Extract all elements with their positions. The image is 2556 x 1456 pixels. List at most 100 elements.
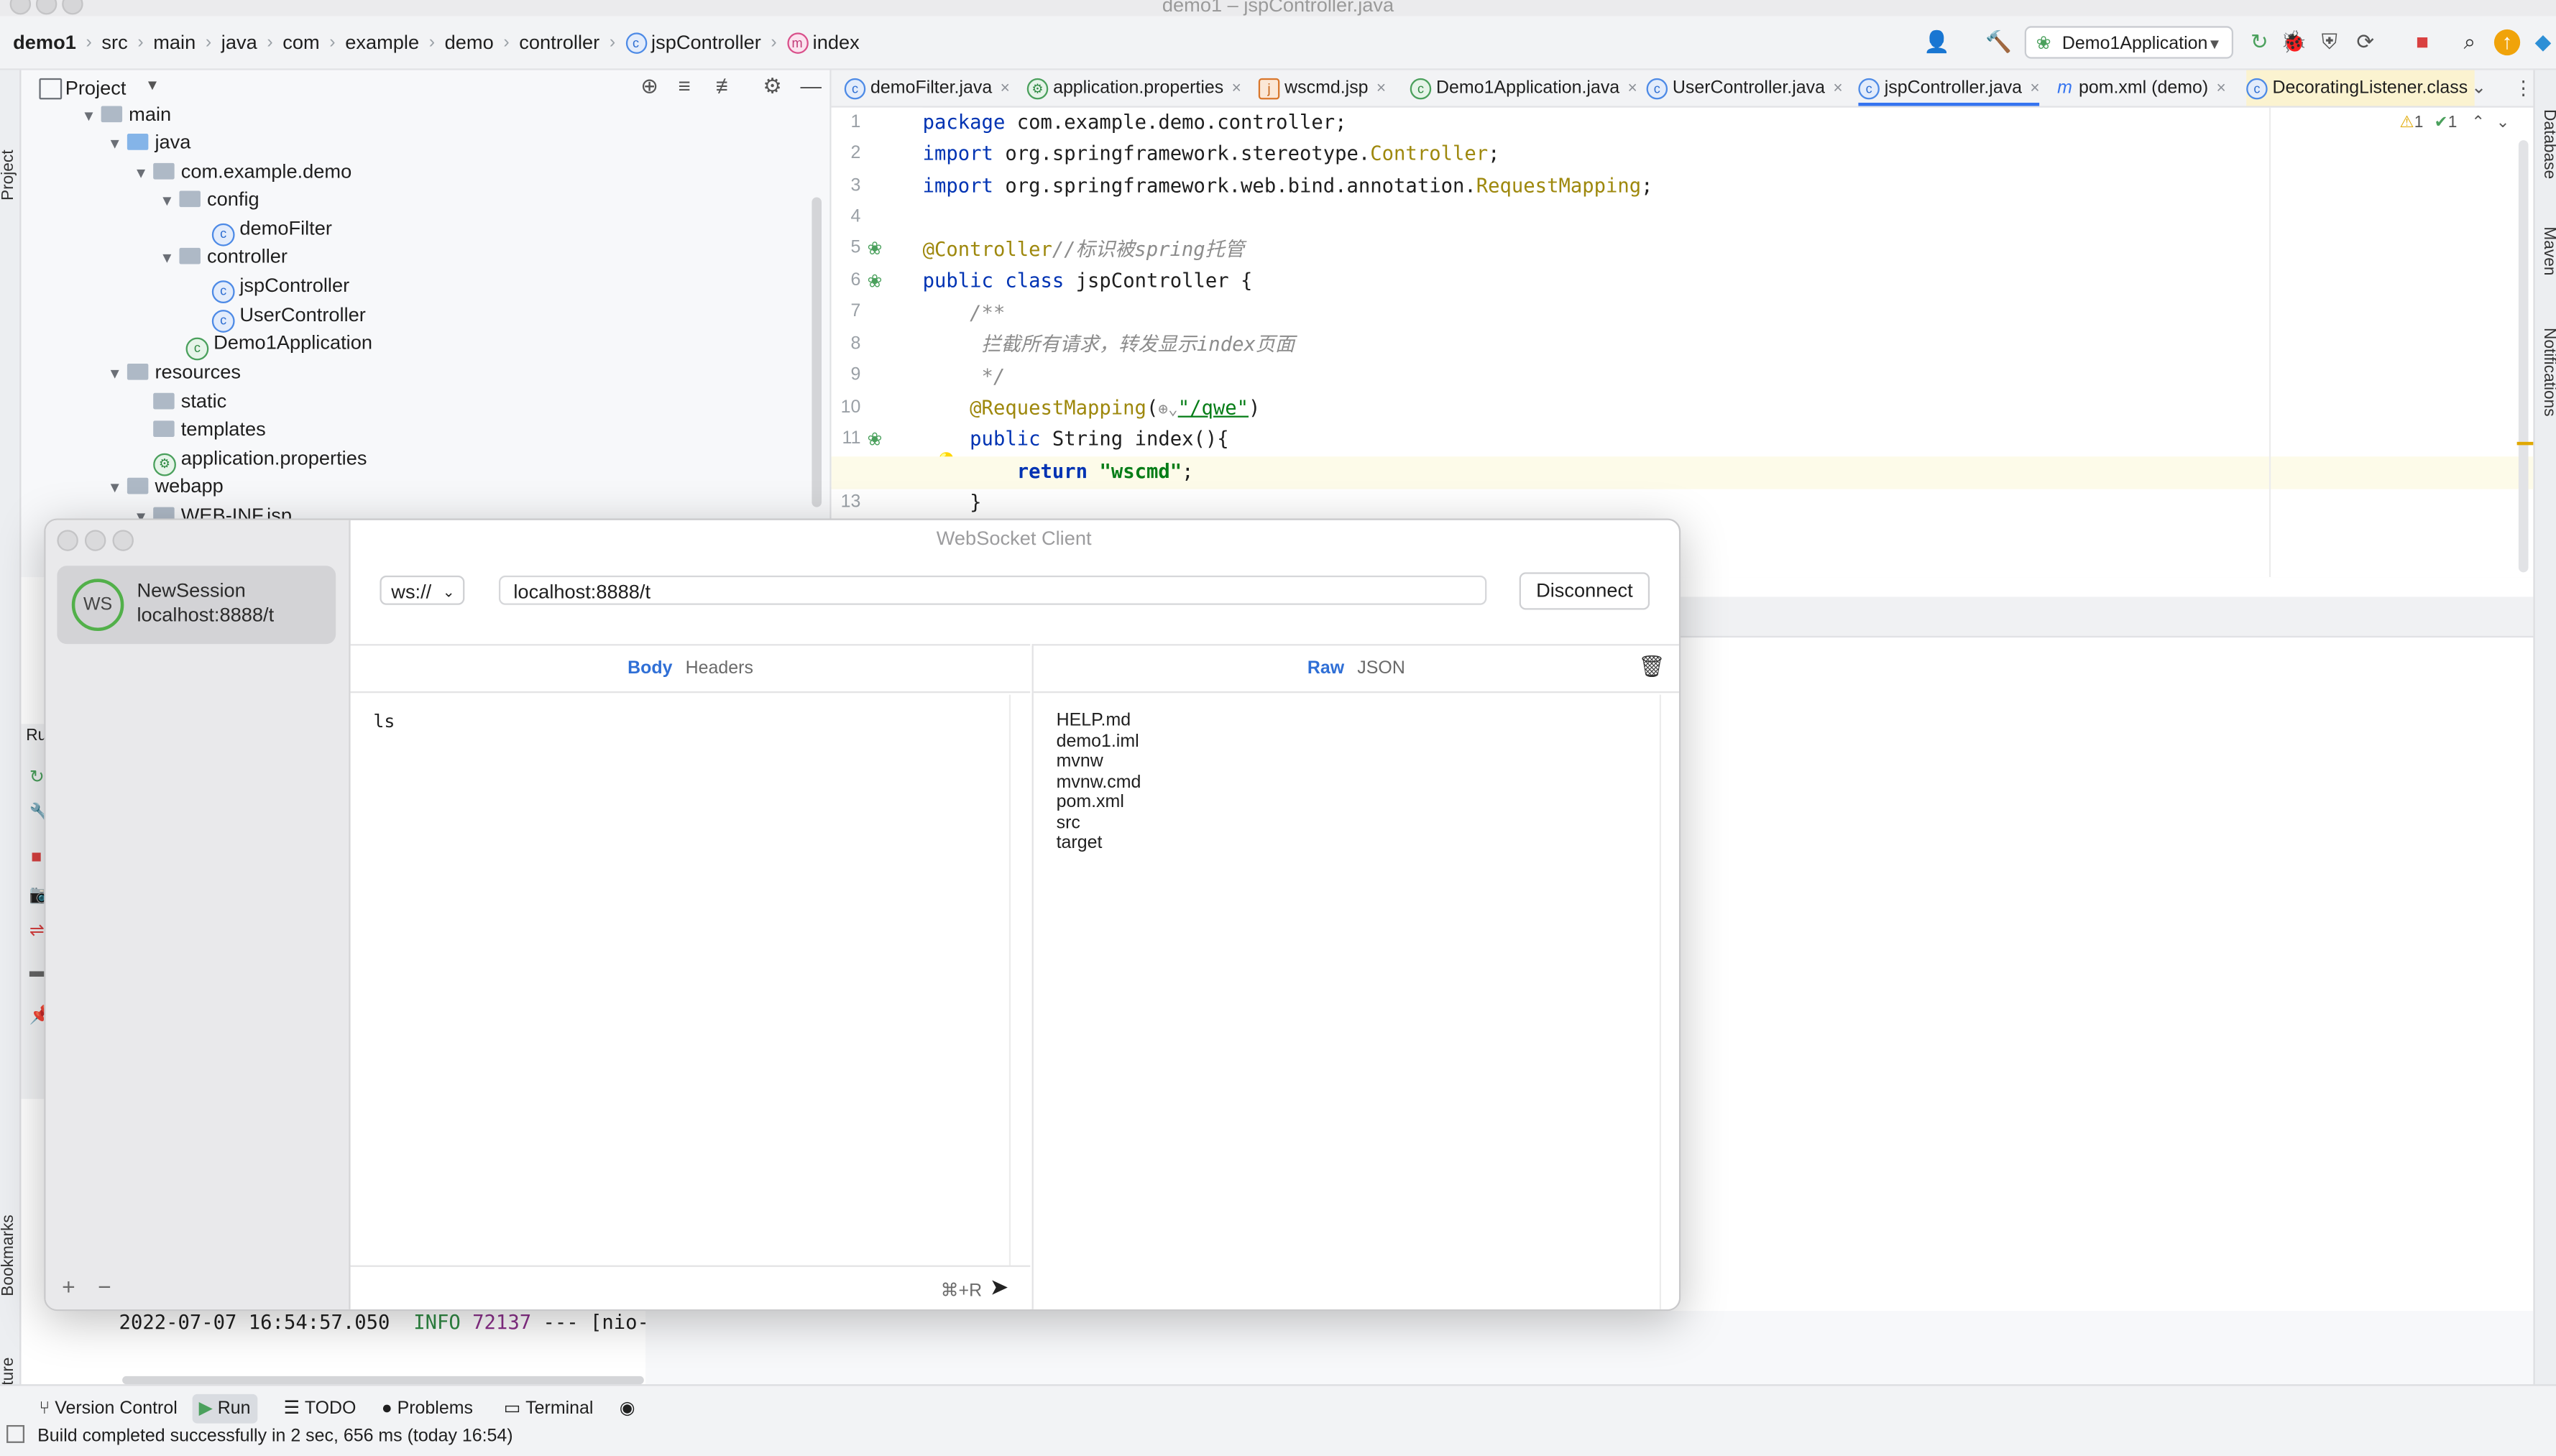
spring-bean-icon[interactable]: ❀ xyxy=(868,271,883,292)
tree-item-jspcontroller[interactable]: c jspController xyxy=(211,272,349,303)
hide-panel-icon[interactable]: — xyxy=(801,73,822,98)
gear-icon[interactable]: ⚙ xyxy=(763,73,781,99)
collapse-all-icon[interactable]: ≢ xyxy=(716,73,737,98)
rerun-icon[interactable]: ↻ xyxy=(29,766,45,788)
tree-item-controller[interactable]: ▼ controller xyxy=(160,243,288,271)
tab-raw[interactable]: Raw xyxy=(1307,659,1344,678)
request-body-editor[interactable]: ls xyxy=(373,711,395,732)
request-mapping-icon[interactable]: ❀ xyxy=(868,429,883,450)
chevron-down-icon[interactable]: ⌄ xyxy=(2496,114,2510,132)
tree-item-demo1application[interactable]: c Demo1Application xyxy=(185,329,372,361)
code-editor[interactable]: 1 2 3 4 5 6 7 8 9 10 11 12 13 ❀ ❀ ❀ 💡 pa… xyxy=(831,107,2534,578)
project-scrollbar[interactable] xyxy=(812,197,822,507)
disconnect-button[interactable]: Disconnect xyxy=(1519,572,1650,610)
plugin-icon[interactable]: ◆ xyxy=(2530,29,2556,55)
rerun-icon[interactable]: ↻ xyxy=(2246,29,2272,55)
tab-application-properties[interactable]: ⚙ application.properties × xyxy=(1026,70,1241,106)
notifications-tool-button[interactable]: Notifications xyxy=(2539,328,2556,417)
restore-layout-icon[interactable]: ⇌ xyxy=(29,920,45,941)
spring-bean-icon[interactable]: ❀ xyxy=(868,238,883,259)
tab-pom-xml[interactable]: m pom.xml (demo) × xyxy=(2057,70,2226,106)
session-item[interactable]: WS NewSession localhost:8888/t xyxy=(57,566,336,645)
tab-json[interactable]: JSON xyxy=(1357,659,1405,678)
tab-demofilter[interactable]: c demoFilter.java × xyxy=(844,70,1010,106)
tab-services[interactable]: ◉ xyxy=(613,1394,642,1424)
chevron-up-icon[interactable]: ⌃ xyxy=(2471,114,2485,132)
tree-item-resources[interactable]: ▼ resources xyxy=(108,359,241,387)
chevron-down-icon[interactable]: ⌄ xyxy=(2471,70,2486,106)
close-icon[interactable]: × xyxy=(1001,80,1010,98)
breadcrumb-main[interactable]: main xyxy=(150,31,199,54)
breadcrumb-project[interactable]: demo1 xyxy=(10,31,80,54)
tab-wscmd-jsp[interactable]: j wscmd.jsp × xyxy=(1258,70,1386,106)
project-panel-title[interactable]: Project xyxy=(65,77,127,100)
send-icon[interactable]: ➤ xyxy=(990,1273,1009,1301)
tree-item-templates[interactable]: templates xyxy=(153,416,266,444)
tab-demo1application[interactable]: c Demo1Application.java × xyxy=(1410,70,1637,106)
code-string[interactable]: "/qwe" xyxy=(1178,396,1249,419)
breadcrumb-demo[interactable]: demo xyxy=(441,31,497,54)
project-tool-button[interactable]: Project xyxy=(0,149,18,201)
breadcrumb-class[interactable]: c jspController xyxy=(622,31,764,55)
user-icon[interactable]: 👤 xyxy=(1923,29,1950,55)
breadcrumb-method[interactable]: m index xyxy=(783,31,863,55)
tab-decoratinglistener[interactable]: c DecoratingListener.class xyxy=(2246,70,2475,106)
stop-icon[interactable]: ■ xyxy=(31,848,42,867)
update-icon[interactable]: ↑ xyxy=(2493,29,2521,56)
tree-item-webapp[interactable]: ▼ webapp xyxy=(108,473,224,501)
tab-terminal[interactable]: ▭ Terminal xyxy=(497,1394,600,1424)
breadcrumb-com[interactable]: com xyxy=(280,31,323,54)
database-tool-button[interactable]: Database xyxy=(2539,109,2556,179)
tab-body[interactable]: Body xyxy=(627,659,672,678)
tree-item-usercontroller[interactable]: c UserController xyxy=(211,302,366,333)
tree-item-java[interactable]: ▼ java xyxy=(108,129,191,157)
tab-jspcontroller[interactable]: c jspController.java × xyxy=(1858,70,2040,106)
maven-tool-button[interactable]: Maven xyxy=(2539,226,2556,275)
tab-todo[interactable]: ☰ TODO xyxy=(277,1394,363,1424)
close-icon[interactable]: × xyxy=(1376,80,1386,98)
tab-headers[interactable]: Headers xyxy=(686,659,753,678)
coverage-icon[interactable]: ⛨ xyxy=(2317,29,2343,55)
add-session-button[interactable]: + xyxy=(62,1273,75,1299)
build-hammer-icon[interactable]: 🔨 xyxy=(1985,29,2012,55)
search-icon[interactable]: ⌕ xyxy=(2457,29,2483,55)
status-message[interactable]: Build completed successfully in 2 sec, 6… xyxy=(0,1424,648,1456)
close-icon[interactable]: × xyxy=(1628,80,1637,98)
run-configuration-select[interactable]: ❀ Demo1Application ▼ xyxy=(2024,26,2234,59)
url-input[interactable]: localhost:8888/t xyxy=(498,575,1487,605)
bookmarks-tool-button[interactable]: Bookmarks xyxy=(0,1215,18,1296)
remove-session-button[interactable]: − xyxy=(98,1273,111,1299)
stop-icon[interactable]: ■ xyxy=(2409,29,2435,55)
expand-all-icon[interactable]: ≡ xyxy=(678,73,690,98)
locate-file-icon[interactable]: ⊕ xyxy=(640,73,658,99)
tab-run[interactable]: ▶ Run xyxy=(192,1393,257,1424)
scheme-select[interactable]: ws:// ⌄ xyxy=(380,575,465,605)
breadcrumb-example[interactable]: example xyxy=(342,31,423,54)
tree-item-demofilter[interactable]: c demoFilter xyxy=(211,215,332,246)
breadcrumb-controller[interactable]: controller xyxy=(516,31,603,54)
console-horizontal-scrollbar[interactable] xyxy=(122,1376,644,1385)
inspection-widget[interactable]: ⚠1 ✔1 ⌃ ⌄ xyxy=(2399,114,2509,132)
profiler-icon[interactable]: ⟳ xyxy=(2353,29,2378,55)
tree-item-main[interactable]: ▼ main xyxy=(81,101,171,129)
tree-item-static[interactable]: static xyxy=(153,388,226,416)
editor-scrollbar[interactable] xyxy=(2518,140,2529,573)
close-window-button[interactable] xyxy=(57,530,78,551)
zoom-window-button[interactable] xyxy=(112,530,134,551)
tree-item-com-example-demo[interactable]: ▼ com.example.demo xyxy=(134,158,351,186)
breadcrumb-src[interactable]: src xyxy=(98,31,131,54)
more-options-icon[interactable]: ⋮ xyxy=(2514,70,2533,106)
tab-problems[interactable]: ● Problems xyxy=(375,1394,479,1424)
close-icon[interactable]: × xyxy=(1833,80,1842,98)
close-icon[interactable]: × xyxy=(2030,80,2039,98)
tree-item-application-properties[interactable]: ⚙ application.properties xyxy=(153,445,367,476)
tree-item-config[interactable]: ▼ config xyxy=(160,186,259,214)
minimize-window-button[interactable] xyxy=(84,530,106,551)
close-icon[interactable]: × xyxy=(1232,80,1241,98)
trash-icon[interactable]: 🗑 xyxy=(1638,654,1665,680)
debug-icon[interactable]: 🐞 xyxy=(2281,29,2307,55)
chevron-down-icon[interactable]: ▼ xyxy=(145,77,160,93)
warning-stripe[interactable] xyxy=(2516,441,2534,446)
globe-icon[interactable]: ⊕⌄ xyxy=(1158,401,1177,419)
tab-usercontroller[interactable]: c UserController.java × xyxy=(1646,70,1843,106)
